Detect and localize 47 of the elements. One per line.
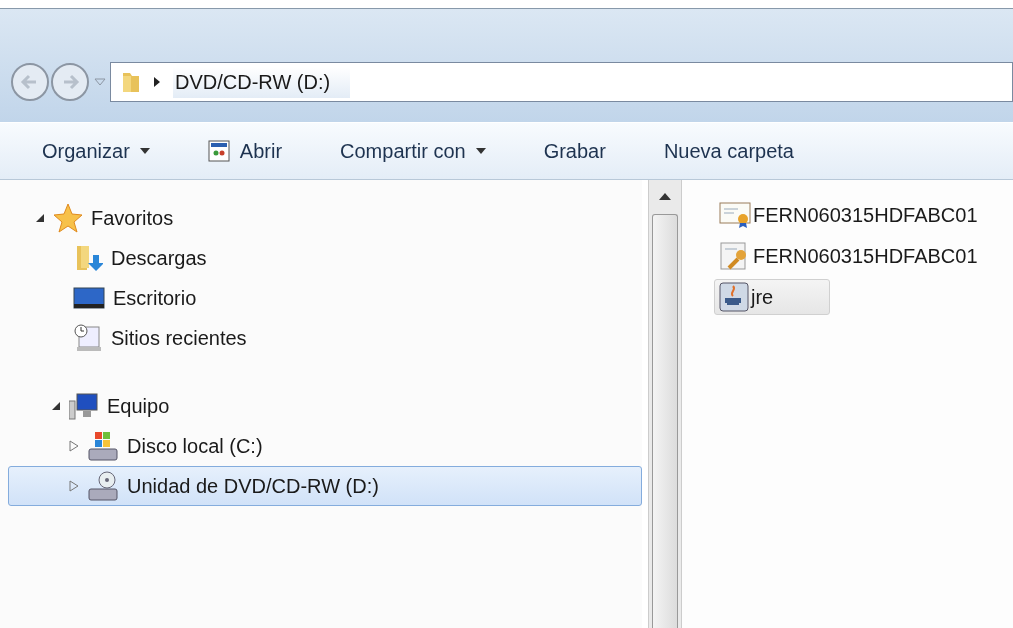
tree-item[interactable]: Equipo [8,386,642,426]
caret-icon [139,148,150,154]
tree-item[interactable]: Escritorio [8,278,642,318]
address-bar[interactable]: DVD/CD-RW (D:) [110,62,1013,102]
recent-places-icon [73,323,103,353]
scroll-thumb[interactable] [652,214,678,628]
toolbar-button[interactable]: Grabar [543,139,606,163]
certificate-icon [719,201,751,229]
tree-item-label: Favoritos [91,206,174,230]
forward-button[interactable] [50,62,90,102]
tree-item-label: Unidad de DVD/CD-RW (D:) [127,474,379,498]
file-item[interactable]: FERN060315HDFABC01 [714,197,983,233]
tree-item[interactable]: Sitios recientes [8,318,642,358]
dropdown-arrow-icon[interactable] [94,78,106,86]
toolbar-button[interactable]: Compartir con [340,139,486,163]
desktop-icon [73,285,105,311]
tree-item-label: Escritorio [113,286,197,310]
tree-item[interactable]: Favoritos [8,198,642,238]
scroll-up-icon[interactable] [659,192,671,200]
application-icon [207,140,230,162]
file-name: jre [751,285,774,309]
expand-arrow-icon[interactable] [51,401,61,411]
caret-icon [475,148,486,154]
tree-item-label: Disco local (C:) [127,434,263,458]
toolbar-button[interactable]: Organizar [42,139,150,163]
computer-icon [69,391,99,421]
file-item[interactable]: FERN060315HDFABC01 [714,238,983,274]
file-name: FERN060315HDFABC01 [753,244,978,268]
breadcrumb-arrow-icon[interactable] [153,77,161,87]
toolbar-button[interactable]: Nueva carpeta [663,139,794,163]
dvd-drive-icon [87,470,119,502]
tree-item[interactable]: Descargas [8,238,642,278]
tree-item[interactable]: Disco local (C:) [8,426,642,466]
file-item[interactable]: jre [714,279,830,315]
drive-icon [87,430,119,462]
star-icon [53,203,83,233]
back-button[interactable] [10,62,50,102]
tree-item-label: Descargas [111,246,207,270]
tree-item[interactable]: Unidad de DVD/CD-RW (D:) [8,466,642,506]
toolbar-button[interactable]: Abrir [207,139,283,163]
scrollbar[interactable] [648,180,681,628]
tree-item-label: Sitios recientes [111,326,247,350]
folder-icon [121,70,141,94]
java-icon [719,282,749,312]
tree-item-label: Equipo [107,394,170,418]
expand-arrow-icon[interactable] [35,213,45,223]
file-name: FERN060315HDFABC01 [753,203,978,227]
